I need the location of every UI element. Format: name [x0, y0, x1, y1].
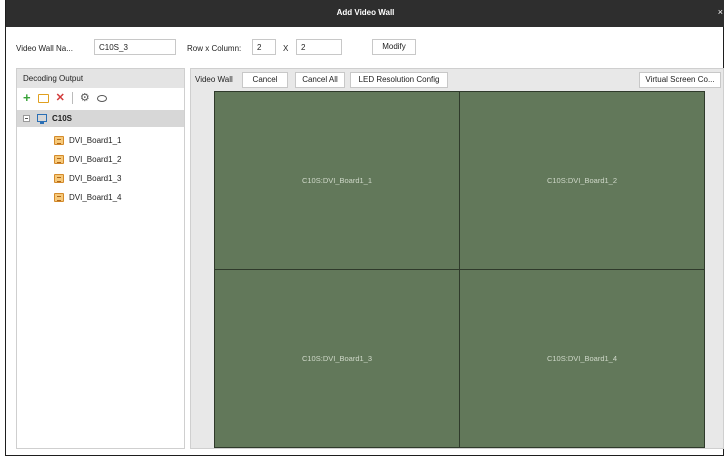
tree-node-c10s[interactable]: C10S [17, 110, 184, 127]
video-wall-grid: C10S:DVI_Board1_1 C10S:DVI_Board1_2 C10S… [214, 91, 705, 448]
collapse-icon[interactable] [23, 115, 30, 122]
add-icon[interactable]: + [23, 91, 31, 104]
decoder-output-icon [54, 155, 64, 164]
video-wall-title: Video Wall [195, 75, 233, 84]
decoder-output-icon [54, 136, 64, 145]
decoder-output-icon [54, 174, 64, 183]
cancel-button[interactable]: Cancel [242, 72, 288, 88]
video-wall-settings-bar: Video Wall Na... Row x Column: X Modify [6, 27, 723, 68]
times-label: X [283, 44, 289, 53]
close-icon[interactable]: × [718, 7, 723, 17]
toolbar-separator [71, 92, 73, 104]
rows-input[interactable] [252, 39, 276, 55]
decoding-output-panel: Decoding Output + ✕ ⚙ C10S DVI_Board1_1 … [16, 68, 185, 449]
folder-icon[interactable] [37, 93, 49, 103]
wall-screen-4[interactable]: C10S:DVI_Board1_4 [459, 269, 705, 448]
decoding-output-toolbar: + ✕ ⚙ [23, 91, 107, 105]
cancel-all-button[interactable]: Cancel All [295, 72, 345, 88]
wall-screen-2[interactable]: C10S:DVI_Board1_2 [459, 91, 705, 270]
view-icon[interactable] [96, 94, 107, 102]
monitor-icon [37, 114, 47, 124]
dialog-title: Add Video Wall [336, 8, 395, 17]
video-wall-panel: Video Wall Cancel Cancel All LED Resolut… [190, 68, 724, 449]
settings-icon[interactable]: ⚙ [80, 92, 90, 104]
wall-screen-3[interactable]: C10S:DVI_Board1_3 [214, 269, 460, 448]
video-wall-name-label: Video Wall Na... [16, 44, 73, 53]
tree-item-label: DVI_Board1_1 [69, 136, 122, 145]
video-wall-name-input[interactable] [94, 39, 176, 55]
decoding-output-header: Decoding Output [17, 69, 184, 88]
decoder-output-icon [54, 193, 64, 202]
tree-node-label: C10S [52, 114, 73, 123]
tree-item-label: DVI_Board1_2 [69, 155, 122, 164]
tree-item-label: DVI_Board1_3 [69, 174, 122, 183]
wall-screen-1[interactable]: C10S:DVI_Board1_1 [214, 91, 460, 270]
delete-icon[interactable]: ✕ [56, 92, 65, 104]
add-video-wall-dialog: Add Video Wall × Video Wall Na... Row x … [5, 0, 724, 456]
columns-input[interactable] [296, 39, 342, 55]
tree-item-label: DVI_Board1_4 [69, 193, 122, 202]
virtual-screen-config-button[interactable]: Virtual Screen Co... [639, 72, 721, 88]
row-column-label: Row x Column: [187, 44, 242, 53]
modify-button[interactable]: Modify [372, 39, 416, 55]
led-resolution-config-button[interactable]: LED Resolution Config [350, 72, 448, 88]
video-wall-header: Video Wall Cancel Cancel All LED Resolut… [191, 69, 723, 91]
title-bar: Add Video Wall × [6, 0, 724, 27]
